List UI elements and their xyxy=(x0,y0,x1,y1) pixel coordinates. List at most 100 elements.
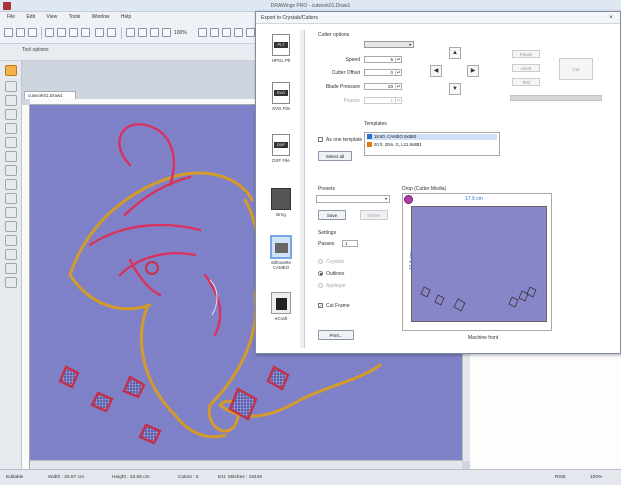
mat-preview-shapes xyxy=(420,286,537,312)
blade-pressure-stepper[interactable]: 20 ▴▾ xyxy=(364,83,402,90)
polygon-tool-icon[interactable] xyxy=(5,193,17,204)
printer-select[interactable]: ▾ xyxy=(364,41,414,48)
grid-icon[interactable] xyxy=(210,28,219,37)
progress-bar xyxy=(510,95,602,101)
file-type-svg[interactable]: SVG SVG File xyxy=(263,82,299,111)
document-tab[interactable]: cutwork01.Draw1 xyxy=(24,91,76,99)
view-icon[interactable] xyxy=(198,28,207,37)
speed-stepper[interactable]: 5 ▴▾ xyxy=(364,56,402,63)
outlines-label: Outlines xyxy=(326,271,345,277)
knife-tool-icon[interactable] xyxy=(5,263,17,274)
left-toolbox xyxy=(0,61,22,469)
test-button[interactable]: Test xyxy=(512,78,540,86)
tool-options-bar: Tool options xyxy=(0,44,255,61)
delete-icon[interactable] xyxy=(81,28,90,37)
cutting-mat xyxy=(411,206,547,322)
pen-tool-icon[interactable] xyxy=(5,109,17,120)
menu-help[interactable]: Help xyxy=(118,12,134,22)
template-item[interactable]: 18.80, CAMEO 8x8B0 xyxy=(367,134,497,140)
file-type-ecraft[interactable]: eCraft xyxy=(263,292,299,321)
horizontal-scrollbar[interactable] xyxy=(30,460,462,469)
color-swatch xyxy=(367,142,372,148)
origin-handle-icon[interactable] xyxy=(404,195,413,204)
ellipse-tool-icon[interactable] xyxy=(5,179,17,190)
status-height: Height : 23.56 cm xyxy=(112,475,150,480)
cutter-media-preview[interactable]: 17.9 cm 16.8 cm xyxy=(402,193,552,331)
cutter-offset-stepper[interactable]: 0 ▴▾ xyxy=(364,69,402,76)
arrow-right-icon[interactable]: ▶ xyxy=(467,65,479,77)
crystals-radio[interactable] xyxy=(318,259,323,264)
new-icon[interactable] xyxy=(4,28,13,37)
status-width: Width : 20.67 cm xyxy=(48,475,84,480)
settings-icon[interactable] xyxy=(246,28,255,37)
window-title: DRAWings PRO - cutwork01.Draw1 xyxy=(270,3,351,9)
menu-window[interactable]: Window xyxy=(89,12,113,22)
file-list-scrollbar[interactable] xyxy=(300,30,304,348)
menu-tools[interactable]: Tools xyxy=(66,12,84,22)
stitch-icon[interactable] xyxy=(234,28,243,37)
settings-passes-stepper[interactable]: 1 xyxy=(342,240,358,247)
hoop-icon[interactable] xyxy=(222,28,231,37)
menu-edit[interactable]: Edit xyxy=(23,12,38,22)
measure-tool-icon[interactable] xyxy=(5,277,17,288)
group-icon[interactable] xyxy=(150,28,159,37)
settings-passes-label: Passes xyxy=(318,241,335,247)
template-item[interactable]: 20 ft, 20m, G, L21.8x8B1 xyxy=(367,142,422,148)
text-tool-icon[interactable] xyxy=(5,221,17,232)
arrow-up-icon[interactable]: ▲ xyxy=(449,47,461,59)
rectangle-tool-icon[interactable] xyxy=(5,165,17,176)
zoom-tool-icon[interactable] xyxy=(5,95,17,106)
monogram-tool-icon[interactable] xyxy=(5,235,17,246)
pause-button[interactable]: Pause xyxy=(512,50,540,58)
redo-icon[interactable] xyxy=(107,28,116,37)
chevron-down-icon: ▾ xyxy=(384,196,387,201)
zoom-icon[interactable] xyxy=(162,28,171,37)
file-type-cameo[interactable]: Silhouette CAMEO xyxy=(263,235,299,270)
copy-icon[interactable] xyxy=(57,28,66,37)
presets-select[interactable]: ▾ xyxy=(316,195,390,203)
dxf-file-icon: DXF xyxy=(272,134,290,156)
menu-view[interactable]: View xyxy=(43,12,60,22)
delete-preset-button[interactable]: Delete xyxy=(360,210,388,220)
select-all-button[interactable]: Select all xyxy=(318,151,352,161)
rotate-icon[interactable] xyxy=(126,28,135,37)
file-type-brng[interactable]: Brng xyxy=(263,188,299,217)
paste-icon[interactable] xyxy=(69,28,78,37)
file-type-plt[interactable]: PLT HPGL Plt xyxy=(263,34,299,63)
mirror-icon[interactable] xyxy=(138,28,147,37)
bezier-tool-icon[interactable] xyxy=(5,123,17,134)
dialog-title-bar: Export to Crystals/Cutters × xyxy=(256,12,620,24)
ecraft-device-icon xyxy=(271,292,291,314)
svg-file-icon: SVG xyxy=(272,82,290,104)
star-tool-icon[interactable] xyxy=(5,207,17,218)
arrow-left-icon[interactable]: ◀ xyxy=(430,65,442,77)
outlines-radio[interactable] xyxy=(318,271,323,276)
media-width-label: 17.9 cm xyxy=(465,196,483,202)
select-tool-icon[interactable] xyxy=(5,65,17,76)
file-type-dxf[interactable]: DXF DXF File xyxy=(263,134,299,163)
cut-button[interactable]: Cut xyxy=(559,58,593,80)
arrow-down-icon[interactable]: ▼ xyxy=(449,83,461,95)
applique-radio[interactable] xyxy=(318,283,323,288)
save-icon[interactable] xyxy=(28,28,37,37)
fill-tool-icon[interactable] xyxy=(5,249,17,260)
brush-tool-icon[interactable] xyxy=(5,137,17,148)
node-tool-icon[interactable] xyxy=(5,81,17,92)
as-one-template-checkbox[interactable] xyxy=(318,137,323,142)
cut-diamonds xyxy=(420,286,537,312)
cut-icon[interactable] xyxy=(45,28,54,37)
print-button[interactable]: Print... xyxy=(318,330,354,340)
plt-file-icon: PLT xyxy=(272,34,290,56)
menu-file[interactable]: File xyxy=(4,12,18,22)
templates-title: Templates xyxy=(364,121,387,127)
undo-icon[interactable] xyxy=(95,28,104,37)
drop-title: Drop (Cutter Media) xyxy=(402,186,447,192)
close-icon[interactable]: × xyxy=(606,14,616,22)
abort-button[interactable]: Abort xyxy=(512,64,540,72)
zoom-value[interactable]: 100% xyxy=(174,30,187,36)
open-icon[interactable] xyxy=(16,28,25,37)
line-tool-icon[interactable] xyxy=(5,151,17,162)
save-preset-button[interactable]: Save xyxy=(318,210,346,220)
cut-frame-checkbox[interactable]: ✓ xyxy=(318,303,323,308)
settings-title: Settings xyxy=(318,230,337,236)
